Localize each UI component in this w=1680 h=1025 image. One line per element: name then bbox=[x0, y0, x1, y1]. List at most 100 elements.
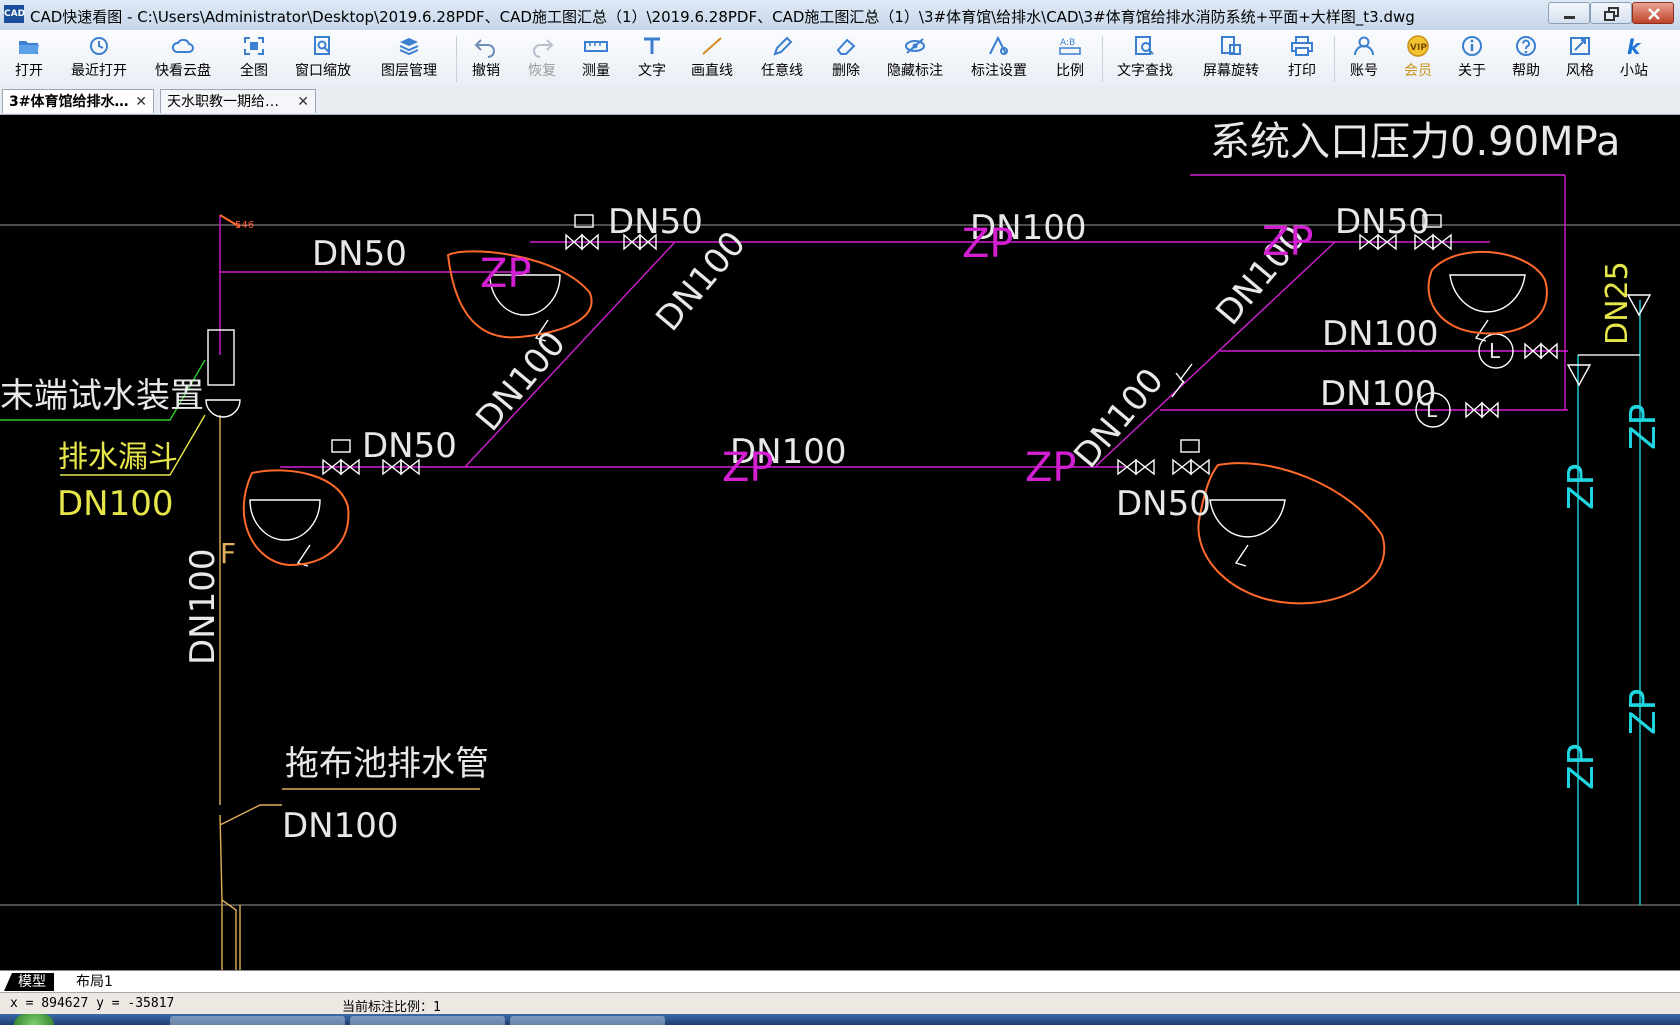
undo-button[interactable]: 撤销 bbox=[466, 34, 506, 84]
annotation-settings-icon bbox=[989, 35, 1008, 55]
tab-close-icon[interactable]: ✕ bbox=[135, 90, 147, 114]
system-pressure-label: 系统入口压力0.90MPa bbox=[1210, 119, 1620, 165]
about-button[interactable]: 关于 bbox=[1452, 34, 1492, 84]
measure-button[interactable]: 测量 bbox=[576, 34, 616, 84]
pipe-size-label: DN100 bbox=[282, 806, 399, 846]
pipe-size-label: DN50 bbox=[312, 234, 407, 274]
mini-site-button[interactable]: k 小站 bbox=[1614, 34, 1654, 84]
open-button[interactable]: 打开 bbox=[8, 34, 50, 84]
taskbar-button[interactable] bbox=[170, 1016, 345, 1025]
pipe-size-label: DN100 bbox=[1322, 314, 1439, 354]
zp-riser-label: ZP bbox=[1561, 744, 1602, 790]
recent-open-button[interactable]: 最近打开 bbox=[66, 34, 132, 84]
delete-button[interactable]: 删除 bbox=[826, 34, 866, 84]
toolbar-separator bbox=[1334, 36, 1335, 82]
start-button[interactable] bbox=[14, 1014, 54, 1025]
f-mark-label: F bbox=[220, 537, 236, 570]
minimize-button[interactable] bbox=[1548, 2, 1590, 24]
ruler-icon bbox=[584, 41, 608, 52]
taskbar-button[interactable] bbox=[510, 1016, 665, 1025]
zp-label: ZP bbox=[962, 221, 1014, 267]
cloud-disk-button[interactable]: 快看云盘 bbox=[150, 34, 216, 84]
style-button[interactable]: 风格 bbox=[1560, 34, 1600, 84]
line-icon bbox=[702, 37, 722, 55]
tab-document-1[interactable]: 3#体育馆给排水… ✕ bbox=[2, 89, 154, 113]
scale-icon: A:B bbox=[1059, 38, 1081, 55]
text-icon bbox=[644, 37, 660, 54]
meter-label: L bbox=[1426, 398, 1438, 422]
text-tool-button[interactable]: 文字 bbox=[632, 34, 672, 84]
text-search-button[interactable]: 文字查找 bbox=[1112, 34, 1178, 84]
redo-icon bbox=[533, 39, 554, 58]
zp-label: ZP bbox=[1262, 219, 1314, 265]
svg-text:A:B: A:B bbox=[1060, 38, 1075, 48]
user-icon bbox=[1354, 36, 1374, 56]
toolbar-separator bbox=[456, 36, 457, 82]
pipe-size-label: DN100 bbox=[1066, 361, 1172, 476]
layout-tab-bar: 模型 布局1 bbox=[0, 970, 1680, 993]
eraser-icon bbox=[836, 38, 856, 55]
text-search-icon bbox=[1135, 36, 1154, 55]
pipe-size-label: DN50 bbox=[608, 202, 703, 242]
main-toolbar: 打开 最近打开 快看云盘 全图 窗口缩放 图层管理 撤销 恢复 测量 文字 画直… bbox=[0, 30, 1680, 87]
zp-label: ZP bbox=[1025, 445, 1077, 491]
small-red-label: 546 bbox=[235, 220, 254, 231]
eye-hide-icon bbox=[905, 38, 925, 54]
taskbar-button[interactable] bbox=[350, 1016, 505, 1025]
status-bar: x = 894627 y = -35817 当前标注比例：1 bbox=[0, 992, 1680, 1015]
drawing-canvas[interactable]: 系统入口压力0.90MPa DN50 DN50 DN50 DN50 DN50 D… bbox=[0, 115, 1680, 970]
pipe-size-label: DN100 bbox=[468, 324, 574, 439]
tab-document-2[interactable]: 天水职教一期给… ✕ bbox=[160, 89, 316, 113]
account-button[interactable]: 账号 bbox=[1344, 34, 1384, 84]
screen-rotate-button[interactable]: 屏幕旋转 bbox=[1198, 34, 1264, 84]
full-view-button[interactable]: 全图 bbox=[234, 34, 274, 84]
scale-button[interactable]: A:B 比例 bbox=[1050, 34, 1090, 84]
restore-button[interactable] bbox=[1590, 2, 1632, 24]
window-zoom-button[interactable]: 窗口缩放 bbox=[290, 34, 356, 84]
clock-icon bbox=[90, 37, 108, 55]
zp-riser-label: ZP bbox=[1623, 404, 1664, 450]
pipe-size-label: DN100 bbox=[1320, 374, 1437, 414]
layer-manager-button[interactable]: 图层管理 bbox=[376, 34, 442, 84]
document-tab-bar: 3#体育馆给排水… ✕ 天水职教一期给… ✕ bbox=[0, 86, 1680, 115]
svg-text:k: k bbox=[1627, 35, 1642, 58]
meter-label: L bbox=[1489, 339, 1501, 363]
svg-text:VIP: VIP bbox=[1410, 43, 1427, 53]
hide-annotation-button[interactable]: 隐藏标注 bbox=[882, 34, 948, 84]
pipe-size-label: DN100 bbox=[57, 484, 174, 524]
tab-label: 天水职教一期给… bbox=[167, 94, 279, 110]
app-logo-icon: CAD bbox=[4, 5, 25, 23]
toolbar-separator bbox=[1102, 36, 1103, 82]
fullview-icon bbox=[244, 37, 264, 55]
help-button[interactable]: 帮助 bbox=[1506, 34, 1546, 84]
zp-label: ZP bbox=[722, 445, 774, 491]
cursor-coordinates: x = 894627 y = -35817 bbox=[10, 996, 175, 1011]
k-icon: k bbox=[1627, 35, 1642, 58]
tab-close-icon[interactable]: ✕ bbox=[297, 90, 309, 114]
close-window-button[interactable] bbox=[1632, 2, 1674, 24]
os-taskbar bbox=[0, 1014, 1680, 1025]
pipe-size-label: DN50 bbox=[1116, 484, 1211, 524]
print-button[interactable]: 打印 bbox=[1282, 34, 1322, 84]
pen-icon bbox=[773, 36, 793, 56]
annotation-settings-button[interactable]: 标注设置 bbox=[966, 34, 1032, 84]
mop-pool-drain-label: 拖布池排水管 bbox=[285, 744, 489, 784]
rotate-screen-icon bbox=[1221, 36, 1241, 55]
undo-icon bbox=[474, 39, 495, 58]
cad-drawing: 系统入口压力0.90MPa DN50 DN50 DN50 DN50 DN50 D… bbox=[0, 119, 1680, 970]
drain-pipe bbox=[219, 415, 480, 970]
pipe-size-label: DN50 bbox=[362, 426, 457, 466]
freehand-line-button[interactable]: 任意线 bbox=[756, 34, 808, 84]
vip-button[interactable]: VIP 会员 bbox=[1398, 34, 1438, 84]
tab-model[interactable]: 模型 bbox=[4, 973, 54, 991]
pipe-size-label: DN50 bbox=[1335, 202, 1430, 242]
info-icon bbox=[1462, 36, 1482, 56]
layers-icon bbox=[399, 38, 419, 56]
draw-line-button[interactable]: 画直线 bbox=[686, 34, 738, 84]
zoom-window-icon bbox=[314, 36, 330, 55]
end-test-device-label: 末端试水装置 bbox=[0, 376, 204, 416]
tab-layout1[interactable]: 布局1 bbox=[76, 973, 113, 991]
redo-button[interactable]: 恢复 bbox=[522, 34, 562, 84]
vip-icon: VIP bbox=[1407, 35, 1429, 57]
printer-icon bbox=[1291, 36, 1313, 56]
